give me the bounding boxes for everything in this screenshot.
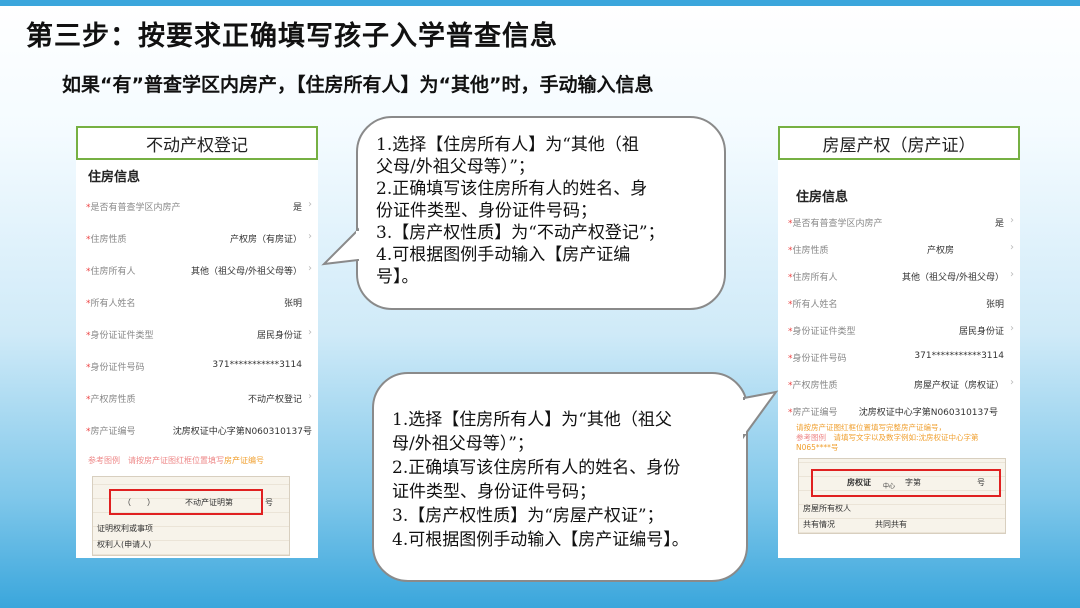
left-row-cert-number[interactable]: *房产证编号 沈房权证中心字第N060310137号 <box>86 424 312 438</box>
instruction-bubble-bottom: 1.选择【住房所有人】为“其他（祖父 母/外祖父母等）”； 2.正确填写该住房所… <box>372 372 748 582</box>
instruction-bubble-top: 1.选择【住房所有人】为“其他（祖 父母/外祖父母等）”； 2.正确填写该住房所… <box>356 116 726 310</box>
left-row-owner[interactable]: *住房所有人 其他（祖父母/外祖父母等） › <box>86 263 312 278</box>
right-row-owner[interactable]: *住房所有人 其他（祖父母/外祖父母） › <box>788 269 1014 284</box>
right-row-housing-type[interactable]: *住房性质 产权房 › <box>788 242 1014 257</box>
right-certificate-sample-image: 房权证 中心 字第 号 房屋所有权人 共有情况 共同共有 <box>798 458 1006 534</box>
bubble-bottom-text: 1.选择【住房所有人】为“其他（祖父 母/外祖父母等）”； 2.正确填写该住房所… <box>392 410 689 550</box>
right-phone-screenshot: 住房信息 *是否有普查学区内房产是 › *住房性质 产权房 › *住房所有人 其他（祖父… <box>778 160 1020 558</box>
right-row-property-nature[interactable]: *产权房性质 房屋产权证（房权证） › <box>788 377 1014 392</box>
left-row-housing-type[interactable]: *住房性质 产权房（有房证） › <box>86 231 312 246</box>
chevron-right-icon: › <box>1010 323 1014 334</box>
left-ref-hint: 参考图例 请按房产证图红框位置填写房产证编号 <box>88 456 264 465</box>
right-row-cert-number[interactable]: *房产证编号 沈房权证中心字第N060310137号 <box>788 405 1014 419</box>
bubble-top-tail <box>321 227 360 266</box>
bubble-bottom-tail <box>742 390 779 440</box>
chevron-right-icon: › <box>308 263 312 274</box>
left-row-id-type[interactable]: *身份证证件类型 居民身份证 › <box>86 327 312 342</box>
left-row-has-property[interactable]: *是否有普查学区内房产是 › <box>86 199 312 214</box>
chevron-right-icon: › <box>308 199 312 210</box>
chevron-right-icon: › <box>1010 215 1014 226</box>
right-row-has-property[interactable]: *是否有普查学区内房产是 › <box>788 215 1014 230</box>
chevron-right-icon: › <box>308 391 312 402</box>
chevron-right-icon: › <box>1010 242 1014 253</box>
left-phone-screenshot: 住房信息 *是否有普查学区内房产是 › *住房性质 产权房（有房证） › *住房所有人… <box>76 160 318 558</box>
right-row-id-type[interactable]: *身份证证件类型 居民身份证 › <box>788 323 1014 338</box>
left-row-property-nature[interactable]: *产权房性质 不动产权登记 › <box>86 391 312 406</box>
chevron-right-icon: › <box>1010 377 1014 388</box>
right-row-id-number[interactable]: *身份证件号码 371***********3114 <box>788 351 1014 365</box>
right-section-title: 住房信息 <box>796 190 849 205</box>
left-section-title: 住房信息 <box>88 170 141 185</box>
chevron-right-icon: › <box>308 327 312 338</box>
right-row-owner-name[interactable]: *所有人姓名 张明 <box>788 297 1014 311</box>
page-subtitle: 如果“有”普查学区内房产，【住房所有人】为“其他”时，手动输入信息 <box>62 74 654 96</box>
chevron-right-icon: › <box>308 231 312 242</box>
page-title: 第三步：按要求正确填写孩子入学普查信息 <box>26 21 558 52</box>
top-accent-bar <box>0 0 1080 6</box>
left-panel-label: 不动产权登记 <box>76 126 318 160</box>
chevron-right-icon: › <box>1010 269 1014 280</box>
bubble-top-text: 1.选择【住房所有人】为“其他（祖 父母/外祖父母等）”； 2.正确填写该住房所… <box>376 135 665 287</box>
left-row-id-number[interactable]: *身份证件号码 371***********3114 <box>86 360 312 374</box>
right-panel-label: 房屋产权（房产证） <box>778 126 1020 160</box>
left-certificate-sample-image: （ ） 不动产证明第 号 证明权利或事项 权利人(申请人) <box>92 476 290 556</box>
left-row-owner-name[interactable]: *所有人姓名 张明 <box>86 296 312 310</box>
right-ref-hint: 请按房产证图红框位置填写完整房产证编号， 参考图例 请填写文字以及数字例如:沈房… <box>796 423 979 452</box>
